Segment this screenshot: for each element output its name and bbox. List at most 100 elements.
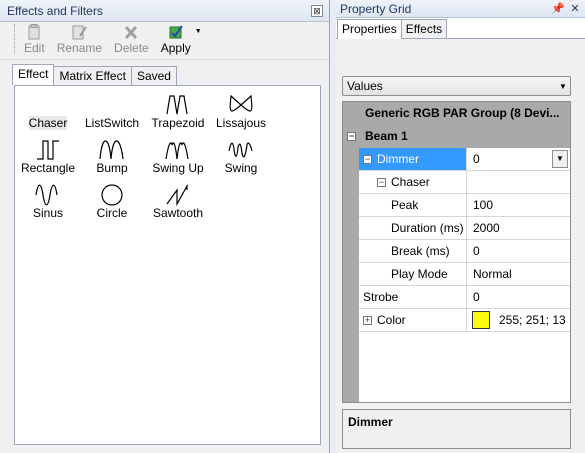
expand-icon[interactable]: + xyxy=(363,316,372,325)
tab-effects[interactable]: Effects xyxy=(400,19,448,38)
effect-circle[interactable]: Circle xyxy=(79,184,145,220)
trapezoid-icon xyxy=(166,95,188,115)
collapse-icon[interactable]: − xyxy=(363,155,372,164)
effect-label: Swing xyxy=(224,161,258,175)
effect-lissajous[interactable]: Lissajous xyxy=(208,94,274,130)
property-row-color[interactable]: + Color 255; 251; 13 xyxy=(343,309,570,332)
chaser-value-field xyxy=(466,171,570,194)
property-value: 255; 251; 13 xyxy=(499,313,566,327)
view-select[interactable]: Values ▼ xyxy=(342,76,571,96)
toolbar-grip[interactable] xyxy=(14,23,18,54)
property-value: Normal xyxy=(473,267,512,281)
peak-value-field[interactable]: 100 xyxy=(466,194,570,217)
dimmer-dropdown-button[interactable]: ▼ xyxy=(552,150,568,168)
property-name: Dimmer xyxy=(377,152,419,166)
effect-label: ListSwitch xyxy=(84,116,140,130)
property-name: Play Mode xyxy=(391,267,448,281)
effect-bump[interactable]: Bump xyxy=(79,139,145,175)
property-grid-panel: Property Grid 📌 ✕ Properties Effects Val… xyxy=(336,0,585,453)
listswitch-icon xyxy=(79,94,145,116)
property-name: Color xyxy=(377,313,406,327)
sinus-icon xyxy=(35,184,58,206)
property-name: Chaser xyxy=(391,175,430,189)
property-name: Peak xyxy=(391,198,419,212)
effect-label: Sawtooth xyxy=(152,206,204,220)
close-icon[interactable]: ✕ xyxy=(568,2,582,15)
property-value: 2000 xyxy=(473,221,500,235)
effects-and-filters-panel: Effects and Filters ⊠ Edit Rename Delete… xyxy=(0,0,330,453)
property-name: Break (ms) xyxy=(391,244,450,258)
pin-icon[interactable]: 📌 xyxy=(551,2,565,15)
effect-label: Circle xyxy=(96,206,128,220)
delete-button[interactable]: Delete xyxy=(114,24,149,55)
property-grid-titlebar: Property Grid 📌 ✕ xyxy=(336,0,585,18)
property-grid-title: Property Grid xyxy=(340,1,412,16)
property-row-duration[interactable]: Duration (ms) 2000 xyxy=(343,217,570,240)
effect-label: Chaser xyxy=(28,116,68,130)
beam-label: Beam 1 xyxy=(365,129,408,143)
apply-label: Apply xyxy=(160,41,191,55)
swing-up-icon xyxy=(165,142,189,160)
effects-panel-title: Effects and Filters xyxy=(7,3,103,18)
effect-label: Trapezoid xyxy=(151,116,205,130)
properties-tab-body: Values ▼ Generic RGB PAR Group (8 Devi..… xyxy=(336,39,585,453)
edit-icon xyxy=(27,24,41,41)
tab-effect[interactable]: Effect xyxy=(12,64,55,85)
edit-button[interactable]: Edit xyxy=(24,24,45,55)
effect-label: Rectangle xyxy=(20,161,76,175)
effects-list: Chaser ListSwitch Trapezoid Lissajous Re… xyxy=(14,85,321,445)
sawtooth-icon xyxy=(166,184,188,206)
property-row-dimmer[interactable]: − Dimmer 0 ▼ xyxy=(343,148,570,171)
property-value: 0 xyxy=(473,244,480,258)
property-row-break[interactable]: Break (ms) 0 xyxy=(343,240,570,263)
effect-sawtooth[interactable]: Sawtooth xyxy=(145,184,211,220)
tab-saved[interactable]: Saved xyxy=(130,66,177,85)
effect-trapezoid[interactable]: Trapezoid xyxy=(145,94,211,130)
effect-label: Sinus xyxy=(32,206,64,220)
beam-category-row[interactable]: − Beam 1 xyxy=(343,125,570,148)
collapse-icon[interactable]: − xyxy=(377,178,386,187)
play-mode-value-field[interactable]: Normal xyxy=(466,263,570,286)
property-value: 0 xyxy=(473,290,480,304)
circle-icon xyxy=(101,184,123,206)
duration-value-field[interactable]: 2000 xyxy=(466,217,570,240)
effect-label: Swing Up xyxy=(152,161,204,175)
effects-toolbar: Edit Rename Delete Apply ▼ xyxy=(0,22,329,60)
property-row-play-mode[interactable]: Play Mode Normal xyxy=(343,263,570,286)
effect-listswitch[interactable]: ListSwitch xyxy=(79,94,145,130)
apply-icon xyxy=(167,24,185,41)
effect-rectangle[interactable]: Rectangle xyxy=(15,139,81,175)
app-window: Effects and Filters ⊠ Edit Rename Delete… xyxy=(0,0,585,453)
bump-icon xyxy=(99,140,124,160)
apply-button[interactable]: Apply ▼ xyxy=(161,24,202,55)
collapse-icon[interactable]: − xyxy=(347,132,356,141)
property-row-chaser[interactable]: − Chaser xyxy=(343,171,570,194)
description-title: Dimmer xyxy=(348,415,393,429)
property-value: 0 xyxy=(473,152,480,166)
rectangle-wave-icon xyxy=(37,140,59,160)
break-value-field[interactable]: 0 xyxy=(466,240,570,263)
delete-icon xyxy=(123,24,139,41)
property-grid: Generic RGB PAR Group (8 Devi... − Beam … xyxy=(342,101,571,403)
effect-sinus[interactable]: Sinus xyxy=(15,184,81,220)
tab-properties[interactable]: Properties xyxy=(337,19,402,39)
effect-chaser[interactable]: Chaser xyxy=(15,94,81,130)
effects-tabs: Effect Matrix Effect Saved xyxy=(12,64,177,86)
property-name: Strobe xyxy=(363,290,399,304)
property-grid-tabs: Properties Effects xyxy=(336,19,585,39)
close-icon[interactable]: ⊠ xyxy=(311,4,323,17)
effect-swing[interactable]: Swing xyxy=(208,139,274,175)
apply-dropdown-icon[interactable]: ▼ xyxy=(195,28,202,35)
view-select-value: Values xyxy=(347,79,383,93)
effects-panel-titlebar: Effects and Filters ⊠ xyxy=(0,0,329,22)
color-swatch[interactable] xyxy=(472,311,490,329)
rename-button[interactable]: Rename xyxy=(57,24,102,55)
edit-label: Edit xyxy=(24,41,45,55)
strobe-value-field[interactable]: 0 xyxy=(466,286,570,309)
property-row-peak[interactable]: Peak 100 xyxy=(343,194,570,217)
effect-swing-up[interactable]: Swing Up xyxy=(145,139,211,175)
property-value: 100 xyxy=(473,198,494,212)
lissajous-icon xyxy=(229,94,253,112)
tab-matrix-effect[interactable]: Matrix Effect xyxy=(53,66,132,85)
property-row-strobe[interactable]: Strobe 0 xyxy=(343,286,570,309)
